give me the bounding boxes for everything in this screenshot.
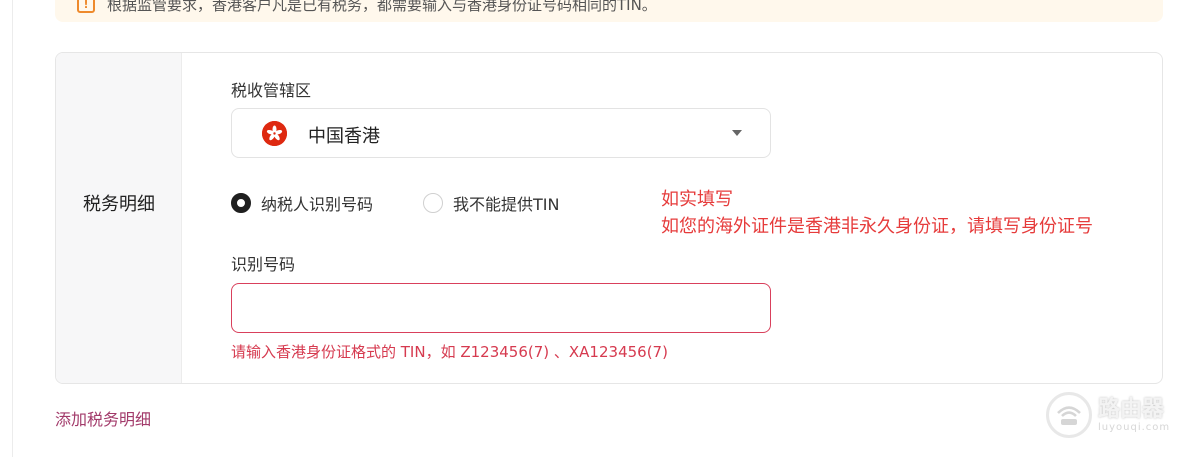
notice-text: 根据监管要求，香港客户凡是已有税务，都需要输入与香港身份证号码相同的TIN。: [107, 0, 657, 14]
id-number-error: 请输入香港身份证格式的 TIN，如 Z123456(7) 、XA123456(7…: [231, 343, 668, 361]
id-number-label: 识别号码: [231, 255, 296, 274]
site-watermark: 路由器 luyouqi.com: [1046, 390, 1176, 440]
radio-taxpayer-id-label: 纳税人识别号码: [261, 195, 374, 214]
router-logo-icon: [1046, 392, 1092, 438]
radio-taxpayer-id[interactable]: 纳税人识别号码: [231, 191, 373, 215]
chevron-down-icon[interactable]: [732, 130, 742, 136]
warning-icon: !: [77, 0, 95, 13]
annotation-line-1: 如实填写: [661, 189, 733, 210]
id-number-input[interactable]: [231, 283, 771, 333]
tax-detail-card: 税务明细 税收管辖区 中国香港 纳税人识别号码 我不能提供TIN 如实填写 如您…: [55, 52, 1163, 384]
tax-detail-section-label: 税务明细: [83, 194, 155, 215]
radio-cannot-provide-tin-label: 我不能提供TIN: [453, 195, 560, 214]
radio-checked-icon[interactable]: [231, 193, 251, 213]
jurisdiction-label: 税收管辖区: [231, 81, 312, 100]
hong-kong-flag-icon: [262, 121, 287, 146]
red-annotation: 如实填写 如您的海外证件是香港非永久身份证，请填写身份证号: [661, 186, 1093, 240]
regulatory-notice-banner: ! 根据监管要求，香港客户凡是已有税务，都需要输入与香港身份证号码相同的TIN。: [55, 0, 1163, 22]
add-tax-detail-link[interactable]: 添加税务明细: [55, 406, 151, 430]
radio-cannot-provide-tin[interactable]: 我不能提供TIN: [423, 191, 559, 215]
radio-unchecked-icon[interactable]: [423, 193, 443, 213]
jurisdiction-value: 中国香港: [308, 126, 380, 147]
annotation-line-2: 如您的海外证件是香港非永久身份证，请填写身份证号: [661, 216, 1093, 237]
page-left-rule: [12, 0, 13, 457]
jurisdiction-select[interactable]: 中国香港: [231, 108, 771, 158]
card-side-panel: 税务明细: [56, 53, 182, 383]
watermark-url: luyouqi.com: [1098, 421, 1171, 433]
watermark-brand: 路由器: [1098, 396, 1165, 422]
